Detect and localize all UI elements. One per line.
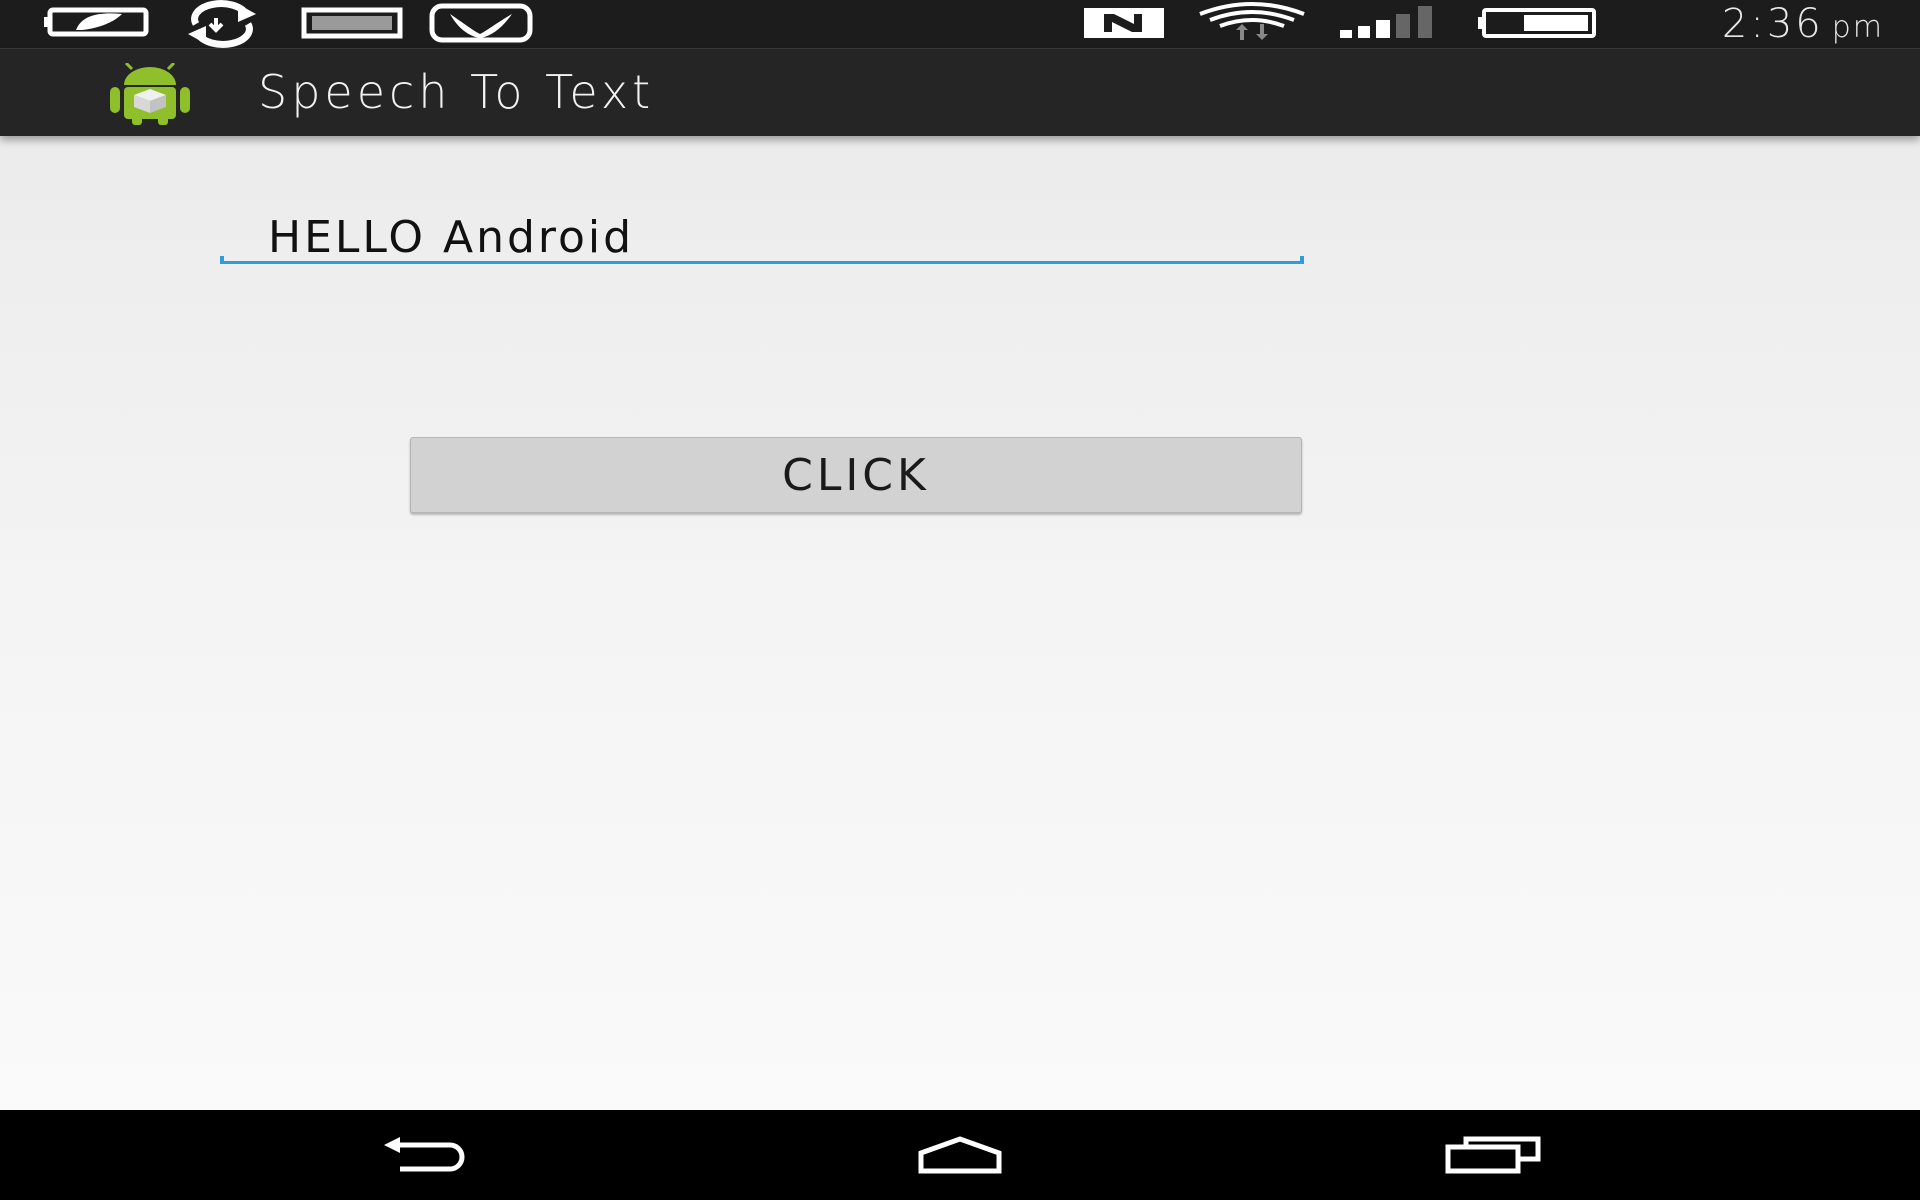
speech-result-field[interactable]: HELLO Android: [220, 200, 1304, 268]
saavn-icon: [429, 3, 533, 43]
navigation-bar: [0, 1110, 1920, 1200]
field-underline-right-tick: [1300, 256, 1304, 264]
app-title: Speech To Text: [258, 65, 655, 119]
clock-ampm: pm: [1831, 10, 1884, 45]
clock-time: 2:36: [1721, 1, 1824, 47]
nfc-icon: [1084, 8, 1164, 38]
back-button[interactable]: [360, 1122, 500, 1188]
field-underline-left-tick: [220, 256, 224, 264]
recent-apps-button[interactable]: [1424, 1122, 1564, 1188]
signal-icon: [1340, 6, 1432, 38]
recent-apps-icon: [1445, 1136, 1541, 1174]
home-icon: [918, 1136, 1002, 1174]
action-bar: Speech To Text: [0, 49, 1920, 136]
battery-icon: [1478, 8, 1596, 38]
back-icon: [384, 1137, 465, 1172]
clock: 2:36 pm: [1722, 0, 1884, 48]
status-bar: 2:36 pm: [0, 0, 1920, 49]
android-app-icon: [110, 63, 190, 125]
storage-icon: [301, 7, 403, 39]
click-button[interactable]: CLICK: [410, 437, 1302, 513]
home-button[interactable]: [890, 1122, 1030, 1188]
field-underline: [220, 261, 1304, 264]
sync-icon: [188, 0, 256, 48]
battery-saver-icon: [44, 7, 149, 37]
wifi-icon: [1199, 2, 1305, 40]
speech-result-text[interactable]: HELLO Android: [268, 212, 634, 263]
